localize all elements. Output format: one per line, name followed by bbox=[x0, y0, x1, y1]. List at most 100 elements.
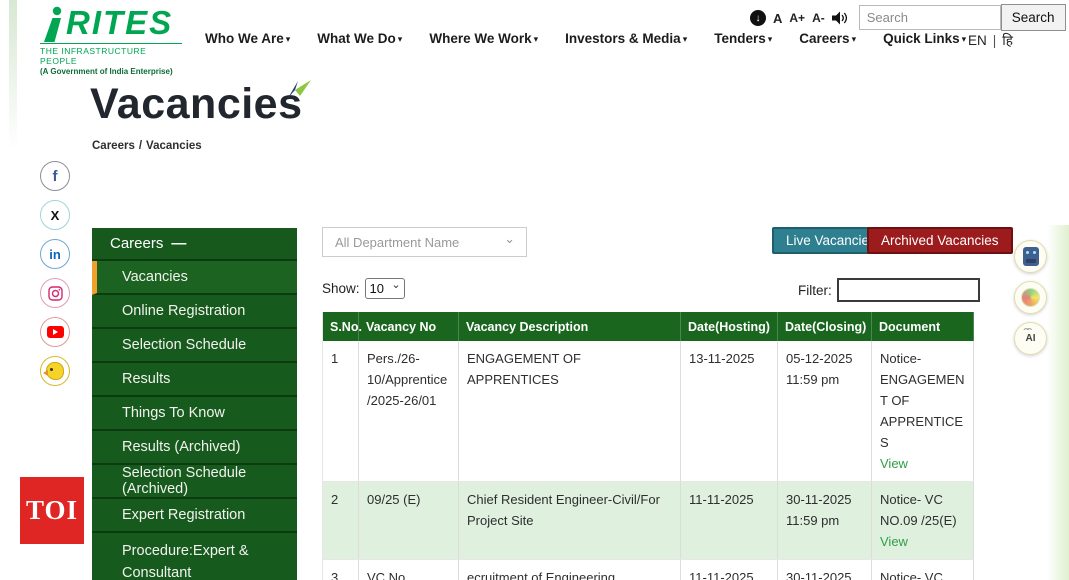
sidebar-item-selection-schedule[interactable]: Selection Schedule bbox=[92, 329, 297, 363]
document-title: Notice- ENGAGEMENT OF APPRENTICES bbox=[880, 348, 965, 453]
accessibility-icon[interactable]: ↓ bbox=[750, 10, 766, 26]
speaker-icon[interactable] bbox=[832, 11, 848, 25]
lang-english[interactable]: EN bbox=[968, 33, 987, 48]
nav-label: What We Do bbox=[317, 31, 396, 46]
show-label: Show: bbox=[322, 281, 360, 296]
koo-icon[interactable] bbox=[40, 356, 70, 386]
nav-what-we-do[interactable]: What We Do▾ bbox=[317, 31, 402, 46]
sidebar-item-vacancies[interactable]: Vacancies bbox=[92, 261, 297, 295]
cell-date-closing: 05-12-2025 11:59 pm bbox=[778, 341, 872, 482]
archived-vacancies-button[interactable]: Archived Vacancies bbox=[867, 227, 1013, 254]
table-row: 1 Pers./26-10/Apprentice/2025-26/01 ENGA… bbox=[323, 341, 974, 482]
breadcrumb-careers[interactable]: Careers bbox=[92, 140, 135, 152]
cell-date-hosting: 13-11-2025 bbox=[681, 341, 778, 482]
x-glyph: X bbox=[51, 208, 60, 223]
sidebar-item-selection-schedule-archived[interactable]: Selection Schedule (Archived) bbox=[92, 465, 297, 499]
font-size-increase-button[interactable]: A+ bbox=[789, 11, 805, 25]
linkedin-glyph: in bbox=[49, 247, 61, 262]
koo-bird-glyph bbox=[46, 362, 64, 380]
document-title: Notice- VC No. CL/35-R1/25 bbox=[880, 567, 965, 580]
show-entries-select[interactable]: 10 bbox=[365, 278, 405, 299]
ai-label: AI bbox=[1026, 333, 1036, 344]
sidebar-header-careers[interactable]: Careers — bbox=[92, 228, 297, 261]
chatbot-widget-icon[interactable] bbox=[1014, 240, 1047, 273]
nav-tenders[interactable]: Tenders▾ bbox=[714, 31, 772, 46]
activities-widget-icon[interactable] bbox=[1014, 281, 1047, 314]
filter-control: Filter: bbox=[798, 278, 980, 302]
cell-sno: 3 bbox=[323, 560, 359, 580]
department-select-wrap: All Department Name bbox=[322, 227, 527, 257]
sidebar-item-expert-registration[interactable]: Expert Registration bbox=[92, 499, 297, 533]
col-date-closing[interactable]: Date(Closing) bbox=[778, 312, 872, 341]
view-link[interactable]: View bbox=[880, 531, 908, 552]
breadcrumb: Careers/Vacancies bbox=[92, 140, 202, 152]
sidebar-item-online-registration[interactable]: Online Registration bbox=[92, 295, 297, 329]
title-arrow-icon bbox=[285, 79, 313, 101]
careers-sidebar: Careers — Vacancies Online Registration … bbox=[92, 228, 297, 580]
nav-label: Careers bbox=[799, 31, 849, 46]
font-size-decrease-button[interactable]: A- bbox=[812, 11, 825, 25]
col-vacancy-no[interactable]: Vacancy No bbox=[359, 312, 459, 341]
lang-hindi[interactable]: हि bbox=[1002, 31, 1013, 49]
floating-widgets: AI bbox=[1014, 240, 1047, 355]
page-title: Vacancies bbox=[90, 80, 303, 129]
youtube-play-glyph bbox=[47, 326, 64, 338]
sidebar-item-things-to-know[interactable]: Things To Know bbox=[92, 397, 297, 431]
rites-logo-mark-icon bbox=[40, 6, 66, 42]
view-link[interactable]: View bbox=[880, 453, 908, 474]
show-entries-control: Show: 10 bbox=[322, 278, 405, 299]
nav-investors-media[interactable]: Investors & Media▾ bbox=[565, 31, 687, 46]
search-input[interactable] bbox=[859, 5, 1001, 30]
brand-name: RITES bbox=[66, 6, 173, 41]
toi-watermark: TOI bbox=[20, 477, 84, 544]
language-toggle: EN | हि bbox=[968, 31, 1013, 49]
cell-vacancy-no: Pers./26-10/Apprentice/2025-26/01 bbox=[359, 341, 459, 482]
facebook-icon[interactable]: f bbox=[40, 161, 70, 191]
ai-widget-icon[interactable]: AI bbox=[1014, 322, 1047, 355]
breadcrumb-current: Vacancies bbox=[146, 140, 202, 152]
rites-vacancies-page: RITES THE INFRASTRUCTURE PEOPLE (A Gover… bbox=[0, 0, 1069, 580]
nav-who-we-are[interactable]: Who We Are▾ bbox=[205, 31, 290, 46]
sidebar-item-label: Selection Schedule (Archived) bbox=[122, 465, 297, 497]
cell-vacancy-no: 09/25 (E) bbox=[359, 482, 459, 560]
cell-document: Notice- VC No. CL/35-R1/25 View bbox=[872, 560, 974, 580]
font-size-normal-button[interactable]: A bbox=[773, 11, 782, 26]
instagram-icon[interactable] bbox=[40, 278, 70, 308]
search-box: Search bbox=[859, 5, 1066, 31]
robot-glyph bbox=[1023, 247, 1039, 266]
sidebar-item-results[interactable]: Results bbox=[92, 363, 297, 397]
nav-label: Investors & Media bbox=[565, 31, 681, 46]
document-title: Notice- VC NO.09 /25(E) bbox=[880, 489, 965, 531]
cell-vacancy-no: VC No. CL/35-R1/25 bbox=[359, 560, 459, 580]
linkedin-icon[interactable]: in bbox=[40, 239, 70, 269]
chevron-down-icon: ▾ bbox=[534, 34, 539, 44]
rites-logo[interactable]: RITES THE INFRASTRUCTURE PEOPLE (A Gover… bbox=[40, 6, 182, 76]
search-button[interactable]: Search bbox=[1001, 4, 1066, 31]
right-edge-strip bbox=[1047, 225, 1069, 580]
youtube-icon[interactable] bbox=[40, 317, 70, 347]
nav-quick-links[interactable]: Quick Links▾ bbox=[883, 31, 966, 46]
nav-where-we-work[interactable]: Where We Work▾ bbox=[429, 31, 538, 46]
x-twitter-icon[interactable]: X bbox=[40, 200, 70, 230]
sidebar-item-label: Selection Schedule bbox=[122, 337, 246, 353]
department-select[interactable]: All Department Name bbox=[322, 227, 527, 257]
col-document[interactable]: Document bbox=[872, 312, 974, 341]
sidebar-item-results-archived[interactable]: Results (Archived) bbox=[92, 431, 297, 465]
sidebar-header-label: Careers bbox=[110, 235, 163, 252]
sidebar-item-label: Online Registration bbox=[122, 303, 245, 319]
cell-sno: 1 bbox=[323, 341, 359, 482]
nav-careers[interactable]: Careers▾ bbox=[799, 31, 856, 46]
cell-description: Chief Resident Engineer-Civil/For Projec… bbox=[459, 482, 681, 560]
col-sno[interactable]: S.No. bbox=[323, 312, 359, 341]
show-select-wrap: 10 bbox=[365, 278, 405, 299]
col-vacancy-description[interactable]: Vacancy Description bbox=[459, 312, 681, 341]
sidebar-item-procedure-expert-consultant[interactable]: Procedure:Expert & Consultant bbox=[92, 533, 297, 580]
left-edge-strip bbox=[9, 0, 17, 150]
sidebar-item-label: Procedure:Expert & Consultant bbox=[122, 543, 249, 580]
filter-input[interactable] bbox=[837, 278, 980, 302]
sidebar-item-label: Results bbox=[122, 371, 170, 387]
cell-description: ecruitment of Engineering Professionals … bbox=[459, 560, 681, 580]
sidebar-item-label: Results (Archived) bbox=[122, 439, 240, 455]
col-date-hosting[interactable]: Date(Hosting) bbox=[681, 312, 778, 341]
nav-label: Tenders bbox=[714, 31, 766, 46]
